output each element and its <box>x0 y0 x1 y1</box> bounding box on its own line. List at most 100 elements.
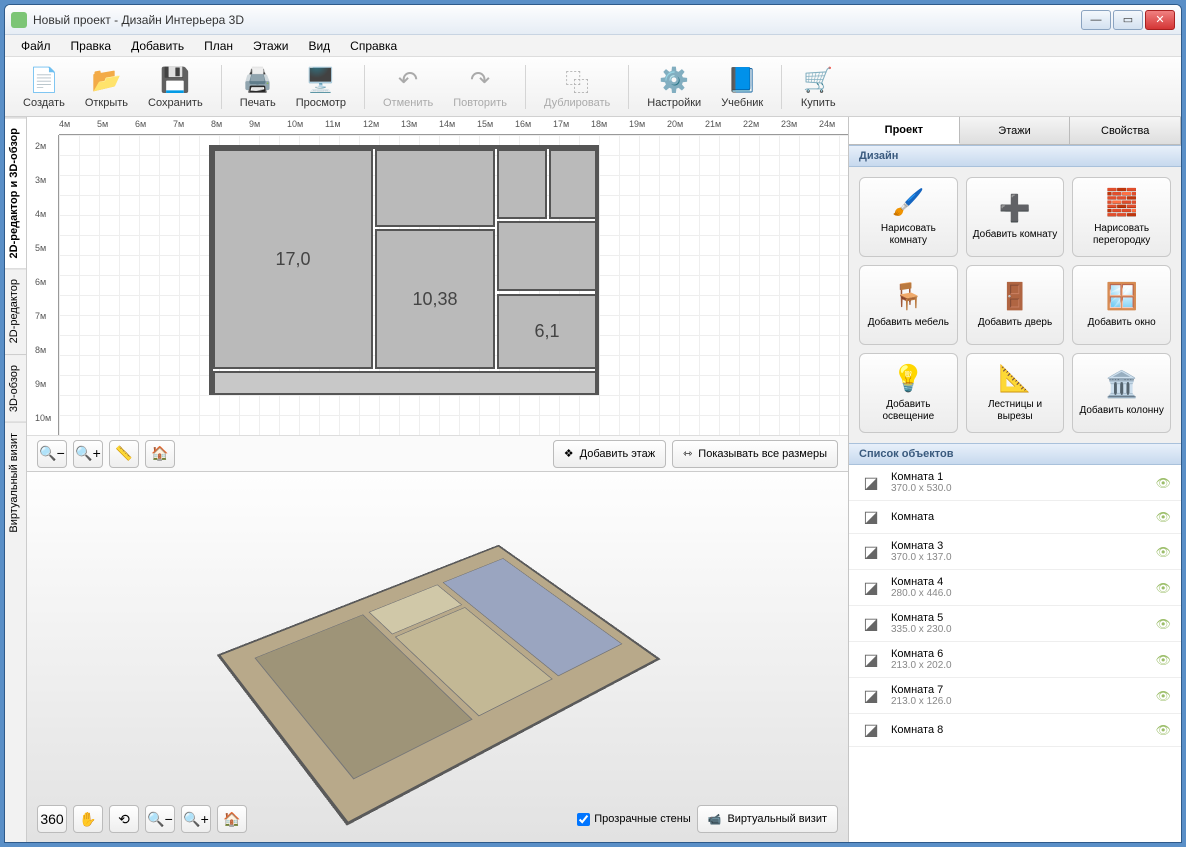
open-icon: 📂 <box>90 65 122 97</box>
draw-partition-button[interactable]: 🧱Нарисовать перегородку <box>1072 177 1171 257</box>
visibility-icon[interactable]: 👁 <box>1156 617 1171 631</box>
menu-Правка[interactable]: Правка <box>61 36 122 56</box>
object-item-7[interactable]: ◪Комната 8👁 <box>849 714 1181 747</box>
add-furniture-button[interactable]: 🪑Добавить мебель <box>859 265 958 345</box>
stairs-button[interactable]: 📐Лестницы и вырезы <box>966 353 1065 433</box>
add-room-button[interactable]: ➕Добавить комнату <box>966 177 1065 257</box>
room-bottom-strip[interactable] <box>213 371 597 395</box>
minimize-button[interactable]: — <box>1081 10 1111 30</box>
ruler-button[interactable]: 📏 <box>109 440 139 468</box>
preview-button[interactable]: 🖥️Просмотр <box>288 61 354 113</box>
add-window-button[interactable]: 🪟Добавить окно <box>1072 265 1171 345</box>
new-button[interactable]: 📄Создать <box>15 61 73 113</box>
menu-Файл[interactable]: Файл <box>11 36 61 56</box>
3d-view[interactable]: 360 ✋ ⟲ 🔍− 🔍+ 🏠 Прозрачные стены 📹Виртуа… <box>27 472 848 842</box>
object-item-1[interactable]: ◪Комната👁 <box>849 501 1181 534</box>
view-tab-3[interactable]: Виртуальный визит <box>5 422 26 543</box>
room-small-3[interactable] <box>497 221 597 291</box>
buy-icon: 🛒 <box>802 65 834 97</box>
cube-icon: ◪ <box>859 473 883 493</box>
save-icon: 💾 <box>159 65 191 97</box>
object-item-0[interactable]: ◪Комната 1370.0 x 530.0👁 <box>849 465 1181 501</box>
menu-Добавить[interactable]: Добавить <box>121 36 194 56</box>
2d-canvas[interactable]: 17,0 10,38 6,1 <box>59 135 848 435</box>
zoom-out-button[interactable]: 🔍− <box>37 440 67 468</box>
object-item-5[interactable]: ◪Комната 6213.0 x 202.0👁 <box>849 642 1181 678</box>
visibility-icon[interactable]: 👁 <box>1156 723 1171 737</box>
add-floor-button[interactable]: ❖Добавить этаж <box>553 440 666 468</box>
menu-Справка[interactable]: Справка <box>340 36 407 56</box>
manual-button[interactable]: 📘Учебник <box>713 61 771 113</box>
ruler-vertical: 2м3м4м5м6м7м8м9м10м <box>27 135 59 435</box>
menu-План[interactable]: План <box>194 36 243 56</box>
add-light-button[interactable]: 💡Добавить освещение <box>859 353 958 433</box>
draw-room-icon: 🖌️ <box>892 187 924 218</box>
room-1[interactable]: 17,0 <box>213 149 373 369</box>
open-button[interactable]: 📂Открыть <box>77 61 136 113</box>
room-small-1[interactable] <box>497 149 547 219</box>
object-list: ◪Комната 1370.0 x 530.0👁◪Комната👁◪Комнат… <box>849 465 1181 842</box>
visibility-icon[interactable]: 👁 <box>1156 581 1171 595</box>
preview-icon: 🖥️ <box>305 65 337 97</box>
buy-button[interactable]: 🛒Купить <box>792 61 844 113</box>
object-item-2[interactable]: ◪Комната 3370.0 x 137.0👁 <box>849 534 1181 570</box>
right-panel: ПроектЭтажиСвойства Дизайн 🖌️Нарисовать … <box>848 117 1181 842</box>
visibility-icon[interactable]: 👁 <box>1156 510 1171 524</box>
pan-button[interactable]: ✋ <box>73 805 103 833</box>
rotate-button[interactable]: ⟲ <box>109 805 139 833</box>
room-3[interactable]: 6,1 <box>497 294 597 369</box>
menu-Этажи[interactable]: Этажи <box>243 36 298 56</box>
home-button[interactable]: 🏠 <box>145 440 175 468</box>
manual-icon: 📘 <box>726 65 758 97</box>
layers-icon: ❖ <box>564 447 574 460</box>
redo-button: ↷Повторить <box>445 61 515 113</box>
undo-button: ↶Отменить <box>375 61 441 113</box>
zoom-in-button[interactable]: 🔍+ <box>73 440 103 468</box>
virtual-visit-button[interactable]: 📹Виртуальный визит <box>697 805 838 833</box>
ruler-horizontal: 4м5м6м7м8м9м10м11м12м13м14м15м16м17м18м1… <box>59 117 848 135</box>
right-tab-Этажи[interactable]: Этажи <box>960 117 1071 144</box>
menu-Вид[interactable]: Вид <box>298 36 340 56</box>
zoom-in-3d-button[interactable]: 🔍+ <box>181 805 211 833</box>
visibility-icon[interactable]: 👁 <box>1156 689 1171 703</box>
save-button[interactable]: 💾Сохранить <box>140 61 211 113</box>
add-door-button[interactable]: 🚪Добавить дверь <box>966 265 1065 345</box>
objects-section-header: Список объектов <box>849 443 1181 465</box>
new-icon: 📄 <box>28 65 60 97</box>
app-window: Новый проект - Дизайн Интерьера 3D — ▭ ✕… <box>4 4 1182 843</box>
visibility-icon[interactable]: 👁 <box>1156 545 1171 559</box>
object-item-4[interactable]: ◪Комната 5335.0 x 230.0👁 <box>849 606 1181 642</box>
room-hall[interactable] <box>375 149 495 227</box>
object-item-6[interactable]: ◪Комната 7213.0 x 126.0👁 <box>849 678 1181 714</box>
room-small-2[interactable] <box>549 149 597 219</box>
design-section-header: Дизайн <box>849 145 1181 167</box>
view-tab-0[interactable]: 2D-редактор и 3D-обзор <box>5 117 26 268</box>
room-2[interactable]: 10,38 <box>375 229 495 369</box>
draw-room-button[interactable]: 🖌️Нарисовать комнату <box>859 177 958 257</box>
app-icon <box>11 12 27 28</box>
show-dimensions-button[interactable]: ⇿Показывать все размеры <box>672 440 838 468</box>
visibility-icon[interactable]: 👁 <box>1156 476 1171 490</box>
print-button[interactable]: 🖨️Печать <box>232 61 284 113</box>
view-tab-2[interactable]: 3D-обзор <box>5 354 26 422</box>
home-3d-button[interactable]: 🏠 <box>217 805 247 833</box>
cube-icon: ◪ <box>859 686 883 706</box>
transparent-walls-checkbox[interactable]: Прозрачные стены <box>577 813 690 826</box>
titlebar: Новый проект - Дизайн Интерьера 3D — ▭ ✕ <box>5 5 1181 35</box>
rotate360-button[interactable]: 360 <box>37 805 67 833</box>
floorplan[interactable]: 17,0 10,38 6,1 <box>209 145 599 395</box>
right-tab-Проект[interactable]: Проект <box>849 117 960 144</box>
zoom-out-3d-button[interactable]: 🔍− <box>145 805 175 833</box>
right-tab-Свойства[interactable]: Свойства <box>1070 117 1181 144</box>
maximize-button[interactable]: ▭ <box>1113 10 1143 30</box>
window-title: Новый проект - Дизайн Интерьера 3D <box>33 13 1081 27</box>
view-tab-1[interactable]: 2D-редактор <box>5 268 26 353</box>
cube-icon: ◪ <box>859 720 883 740</box>
close-button[interactable]: ✕ <box>1145 10 1175 30</box>
settings-button[interactable]: ⚙️Настройки <box>639 61 709 113</box>
object-item-3[interactable]: ◪Комната 4280.0 x 446.0👁 <box>849 570 1181 606</box>
add-door-icon: 🚪 <box>999 281 1031 312</box>
add-column-button[interactable]: 🏛️Добавить колонну <box>1072 353 1171 433</box>
menubar: ФайлПравкаДобавитьПланЭтажиВидСправка <box>5 35 1181 57</box>
visibility-icon[interactable]: 👁 <box>1156 653 1171 667</box>
